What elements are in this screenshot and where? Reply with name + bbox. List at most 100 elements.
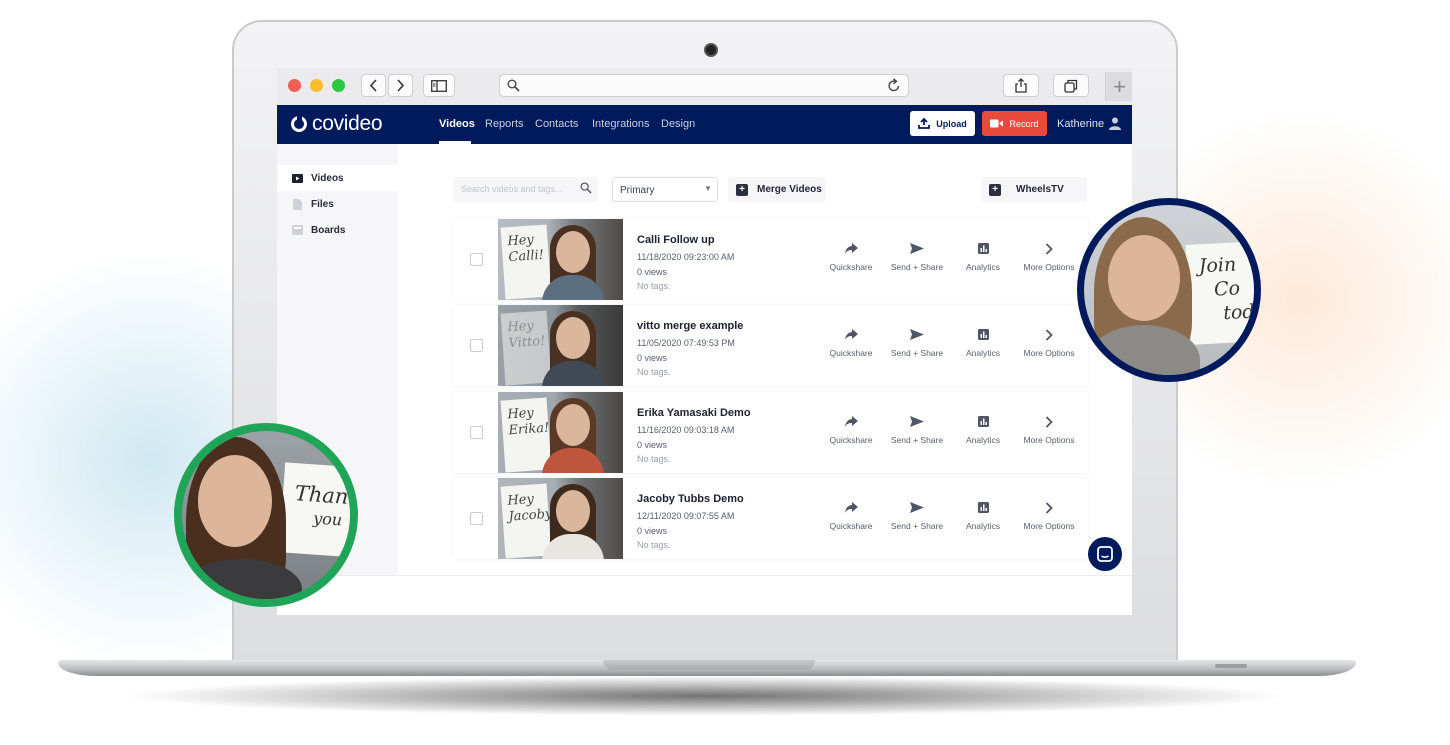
share-button[interactable] (1003, 74, 1039, 97)
sidebar-icon (431, 79, 447, 92)
reload-icon[interactable] (887, 78, 901, 93)
more-options-button[interactable]: More Options (1016, 326, 1082, 358)
video-title[interactable]: Jacoby Tubbs Demo (637, 493, 744, 505)
quickshare-icon (818, 413, 884, 430)
send-share-button[interactable]: Send + Share (884, 413, 950, 445)
more-options-button[interactable]: More Options (1016, 499, 1082, 531)
wheelstv-label: WheelsTV (1016, 184, 1064, 195)
webcam-bubble-left: Than you (174, 423, 358, 607)
analytics-label: Analytics (965, 262, 1000, 272)
user-menu[interactable]: Katherine (1057, 117, 1122, 130)
analytics-icon (950, 499, 1016, 516)
video-date: 11/18/2020 09:23:00 AM (637, 252, 735, 262)
forward-button[interactable] (388, 74, 413, 97)
maximize-window-button[interactable] (332, 79, 345, 92)
sidebar-item-label: Boards (311, 224, 346, 236)
video-tags: No tags. (637, 540, 671, 550)
address-bar[interactable] (499, 74, 909, 97)
user-name: Katherine (1057, 117, 1105, 130)
person-face (198, 455, 272, 547)
analytics-button[interactable]: Analytics (950, 240, 1016, 272)
plus-icon: + (1113, 73, 1126, 99)
search-input[interactable]: Search videos and tags... (453, 177, 598, 202)
video-title[interactable]: Erika Yamasaki Demo (637, 407, 751, 419)
new-tab-button[interactable]: + (1105, 72, 1132, 101)
search-icon (507, 79, 520, 92)
send-share-button[interactable]: Send + Share (884, 326, 950, 358)
folder-select[interactable]: Primary ▼ (612, 177, 718, 202)
laptop-indicator (1215, 664, 1247, 668)
more-options-button[interactable]: More Options (1016, 240, 1082, 272)
nav-link-contacts[interactable]: Contacts (535, 118, 578, 130)
send-icon (884, 499, 950, 516)
video-row[interactable]: Hey Erika! Erika Yamasaki Demo 11/16/2020… (453, 392, 1088, 473)
thumbnail-face (556, 231, 590, 273)
analytics-label: Analytics (965, 435, 1000, 445)
chevron-right-icon (1016, 413, 1082, 430)
sidebar-item-files[interactable]: Files (277, 191, 398, 217)
video-date: 12/11/2020 09:07:55 AM (637, 511, 735, 521)
upload-label: Upload (936, 118, 967, 129)
sidebar-item-videos[interactable]: Videos (277, 165, 398, 191)
top-navigation: covideo Videos Reports Contacts Integrat… (277, 105, 1132, 144)
more-options-label: More Options (1023, 521, 1075, 531)
video-views: 0 views (637, 267, 668, 277)
video-row[interactable]: Hey Vitto! vitto merge example 11/05/2020… (453, 305, 1088, 386)
video-row[interactable]: Hey Jacoby! Jacoby Tubbs Demo 12/11/2020 … (453, 478, 1088, 559)
whiteboard-text: Hey Vitto! (506, 318, 546, 352)
analytics-button[interactable]: Analytics (950, 413, 1016, 445)
send-share-label: Send + Share (890, 262, 944, 272)
sidebar-item-label: Videos (311, 172, 344, 184)
nav-link-reports[interactable]: Reports (485, 118, 524, 130)
board-icon (292, 225, 303, 235)
video-thumbnail[interactable]: Hey Vitto! (498, 305, 623, 386)
row-checkbox[interactable] (470, 339, 483, 352)
chevron-down-icon: ▼ (704, 184, 712, 193)
user-avatar-icon (1109, 117, 1122, 130)
more-options-button[interactable]: More Options (1016, 413, 1082, 445)
video-title[interactable]: Calli Follow up (637, 234, 715, 246)
row-checkbox[interactable] (470, 426, 483, 439)
chat-launcher-button[interactable] (1088, 537, 1122, 571)
whiteboard-text: Hey Calli! (506, 232, 545, 266)
row-checkbox[interactable] (470, 253, 483, 266)
quickshare-button[interactable]: Quickshare (818, 326, 884, 358)
quickshare-button[interactable]: Quickshare (818, 499, 884, 531)
merge-videos-button[interactable]: + Merge Videos (728, 177, 826, 202)
video-date: 11/16/2020 09:03:18 AM (637, 425, 735, 435)
send-share-button[interactable]: Send + Share (884, 499, 950, 531)
add-icon: + (736, 183, 748, 196)
video-title[interactable]: vitto merge example (637, 320, 743, 332)
back-button[interactable] (361, 74, 386, 97)
video-thumbnail[interactable]: Hey Calli! (498, 219, 623, 300)
close-window-button[interactable] (288, 79, 301, 92)
add-icon: + (989, 183, 1001, 196)
send-share-label: Send + Share (890, 348, 944, 358)
row-checkbox[interactable] (470, 512, 483, 525)
minimize-window-button[interactable] (310, 79, 323, 92)
record-button[interactable]: Record (982, 111, 1047, 136)
video-tags: No tags. (637, 367, 671, 377)
nav-link-videos[interactable]: Videos (439, 118, 475, 130)
main-content: Search videos and tags... Primary ▼ + Me… (398, 144, 1132, 615)
more-options-label: More Options (1023, 262, 1075, 272)
send-share-button[interactable]: Send + Share (884, 240, 950, 272)
tabs-overview-button[interactable] (1053, 74, 1089, 97)
video-row[interactable]: Hey Calli! Calli Follow up 11/18/2020 09:… (453, 219, 1088, 300)
analytics-button[interactable]: Analytics (950, 499, 1016, 531)
sidebar-toggle-button[interactable] (423, 74, 455, 97)
wheelstv-button[interactable]: + WheelsTV (981, 177, 1087, 202)
covideo-logo[interactable]: covideo (291, 112, 383, 136)
video-thumbnail[interactable]: Hey Erika! (498, 392, 623, 473)
quickshare-button[interactable]: Quickshare (818, 413, 884, 445)
video-thumbnail[interactable]: Hey Jacoby! (498, 478, 623, 559)
video-date: 11/05/2020 07:49:53 PM (637, 338, 735, 348)
nav-link-design[interactable]: Design (661, 118, 695, 130)
upload-button[interactable]: Upload (910, 111, 975, 136)
sidebar-item-boards[interactable]: Boards (277, 217, 398, 243)
analytics-button[interactable]: Analytics (950, 326, 1016, 358)
quickshare-button[interactable]: Quickshare (818, 240, 884, 272)
send-icon (884, 240, 950, 257)
webcam-bubble-right: Join Co tod (1077, 198, 1261, 382)
nav-link-integrations[interactable]: Integrations (592, 118, 649, 130)
